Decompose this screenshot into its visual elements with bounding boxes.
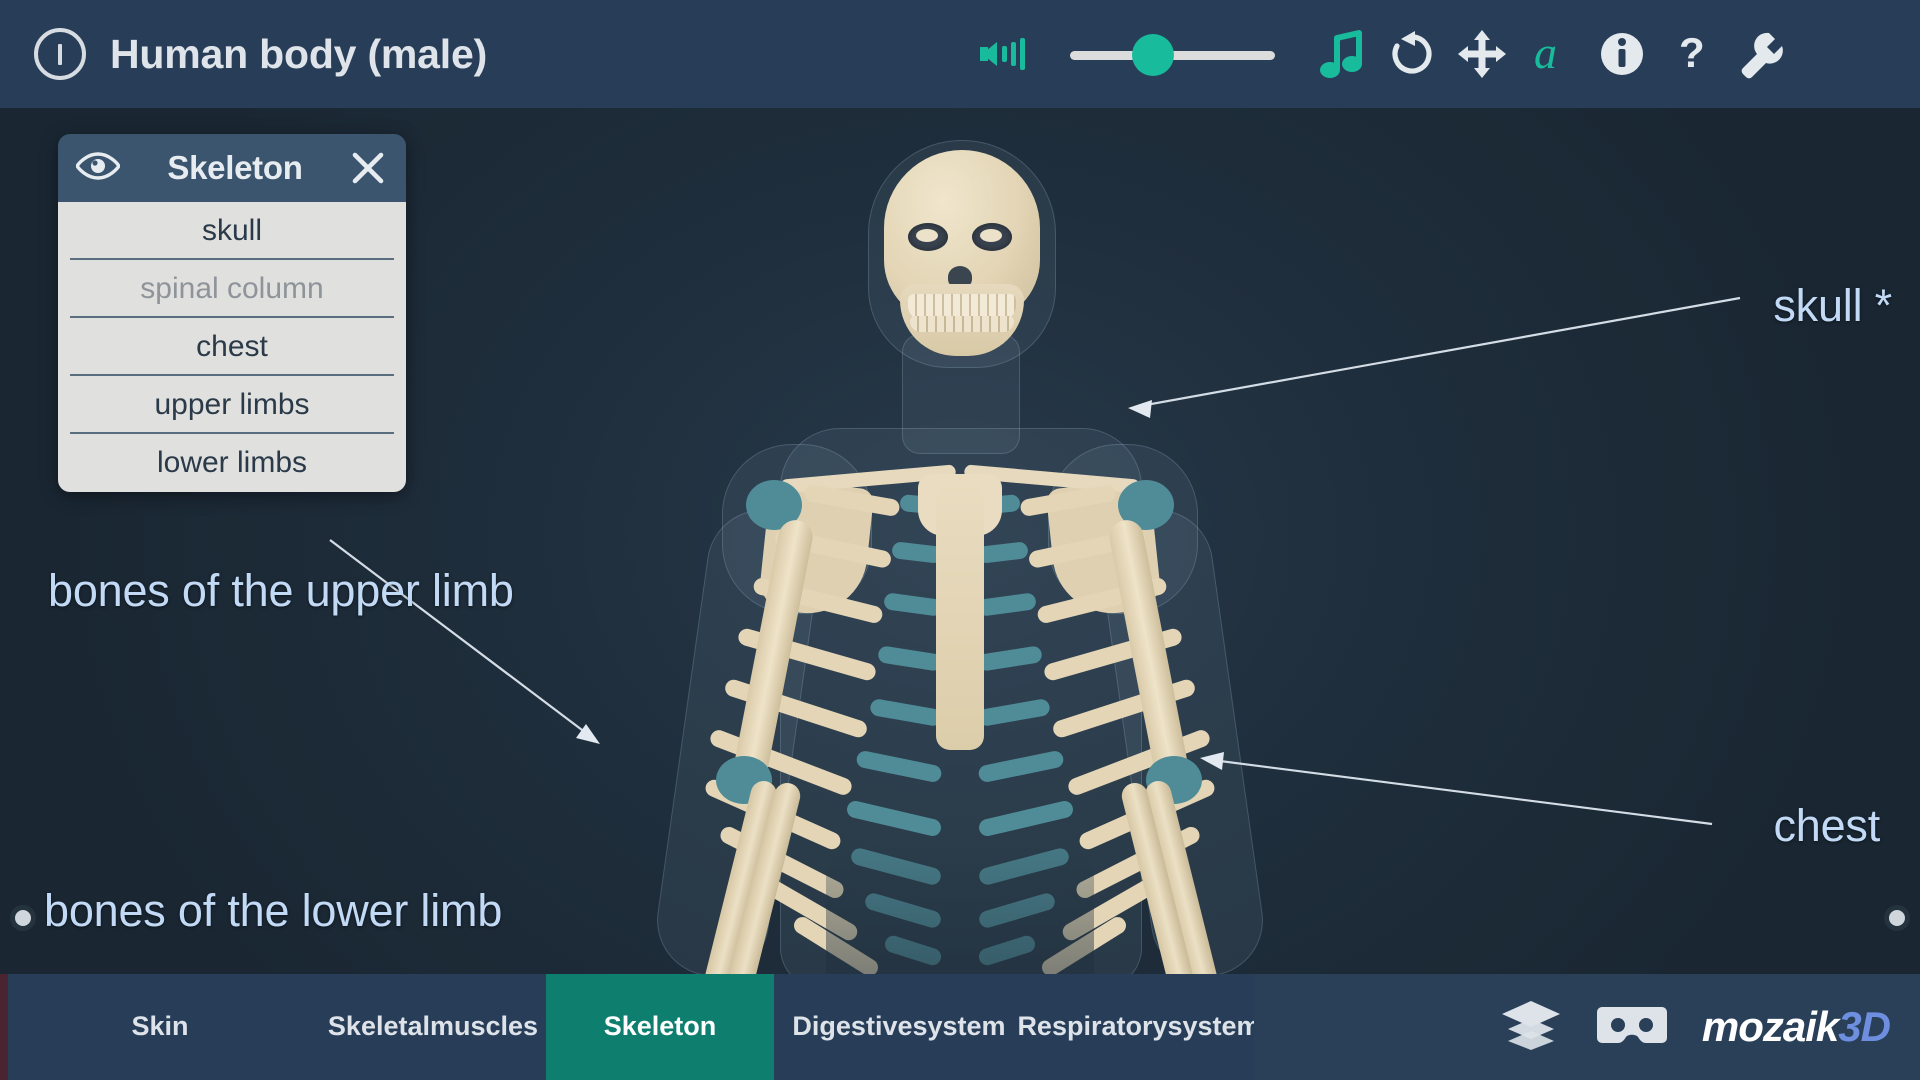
- tab-skeleton[interactable]: Skeleton: [546, 974, 774, 1080]
- question-mark-icon[interactable]: ?: [1657, 19, 1727, 89]
- panel-item-spinal-column[interactable]: spinal column: [70, 260, 394, 318]
- sternum-bone: [936, 480, 984, 750]
- mozaik3d-logo: mozaik3D: [1701, 1003, 1891, 1051]
- info-pause-icon[interactable]: [34, 28, 86, 80]
- left-edge-handle[interactable]: [10, 905, 36, 931]
- skeleton-panel[interactable]: Skeleton skull spinal column chest upper li…: [58, 134, 406, 492]
- panel-item-skull[interactable]: skull: [70, 202, 394, 260]
- skeleton-panel-header: Skeleton: [58, 134, 406, 202]
- panel-item-chest[interactable]: chest: [70, 318, 394, 376]
- title-block: Human body (male): [34, 28, 487, 80]
- logo-primary: mozaik: [1701, 1003, 1839, 1050]
- orbit-left: [908, 223, 948, 251]
- app-root: skull * chest bones of the upper limb bo…: [0, 0, 1920, 1080]
- lower-teeth: [910, 316, 1014, 332]
- logo-accent: 3D: [1838, 1003, 1891, 1050]
- app-header: Human body (male) a ?: [0, 0, 1920, 108]
- panel-item-upper-limbs[interactable]: upper limbs: [70, 376, 394, 434]
- tab-skeletal-muscles[interactable]: Skeletal muscles: [320, 974, 546, 1080]
- annotation-chest: chest: [1773, 800, 1880, 851]
- close-x-icon[interactable]: [348, 151, 388, 185]
- reset-rotate-icon[interactable]: [1377, 19, 1447, 89]
- annotation-lower-limb: bones of the lower limb: [44, 885, 503, 936]
- wrench-settings-icon[interactable]: [1727, 19, 1797, 89]
- annotation-skull: skull *: [1773, 280, 1892, 331]
- tab-digestive-system[interactable]: Digestive system: [774, 974, 1024, 1080]
- tab-respiratory-system[interactable]: Respiratory system: [1017, 974, 1261, 1080]
- human-body-model[interactable]: [550, 88, 1370, 1080]
- vr-goggles-icon[interactable]: [1596, 1001, 1668, 1054]
- svg-text:?: ?: [1679, 29, 1705, 76]
- right-edge-handle[interactable]: [1884, 905, 1910, 931]
- bottom-bar-right: mozaik3D: [1254, 974, 1920, 1080]
- volume-slider-thumb[interactable]: [1132, 34, 1174, 76]
- svg-text:a: a: [1534, 28, 1557, 78]
- bottom-navigation-bar: Skin Skeletal muscles Skeleton Digestive syst…: [0, 974, 1920, 1080]
- volume-slider[interactable]: [1070, 31, 1275, 77]
- eye-visibility-icon[interactable]: [74, 151, 122, 185]
- skeleton-panel-list: skull spinal column chest upper limbs lower …: [58, 202, 406, 492]
- italic-a-label-icon[interactable]: a: [1517, 19, 1587, 89]
- panel-item-lower-limbs[interactable]: lower limbs: [70, 434, 394, 492]
- move-arrows-icon[interactable]: [1447, 19, 1517, 89]
- annotation-upper-limb: bones of the upper limb: [48, 565, 514, 616]
- layers-stack-icon[interactable]: [1500, 999, 1562, 1056]
- speaker-volume-icon[interactable]: [980, 31, 1038, 77]
- info-circle-icon[interactable]: [1587, 19, 1657, 89]
- skeleton-panel-title: Skeleton: [167, 149, 303, 186]
- system-tabs: Skin Skeletal muscles Skeleton Digestive syst…: [0, 974, 1261, 1080]
- orbit-right: [972, 223, 1012, 251]
- page-title: Human body (male): [110, 30, 488, 77]
- music-note-icon[interactable]: [1307, 19, 1377, 89]
- header-toolbar: a ?: [980, 0, 1797, 108]
- tab-skin[interactable]: Skin: [0, 974, 320, 1080]
- bottom-left-stub: [0, 974, 8, 1080]
